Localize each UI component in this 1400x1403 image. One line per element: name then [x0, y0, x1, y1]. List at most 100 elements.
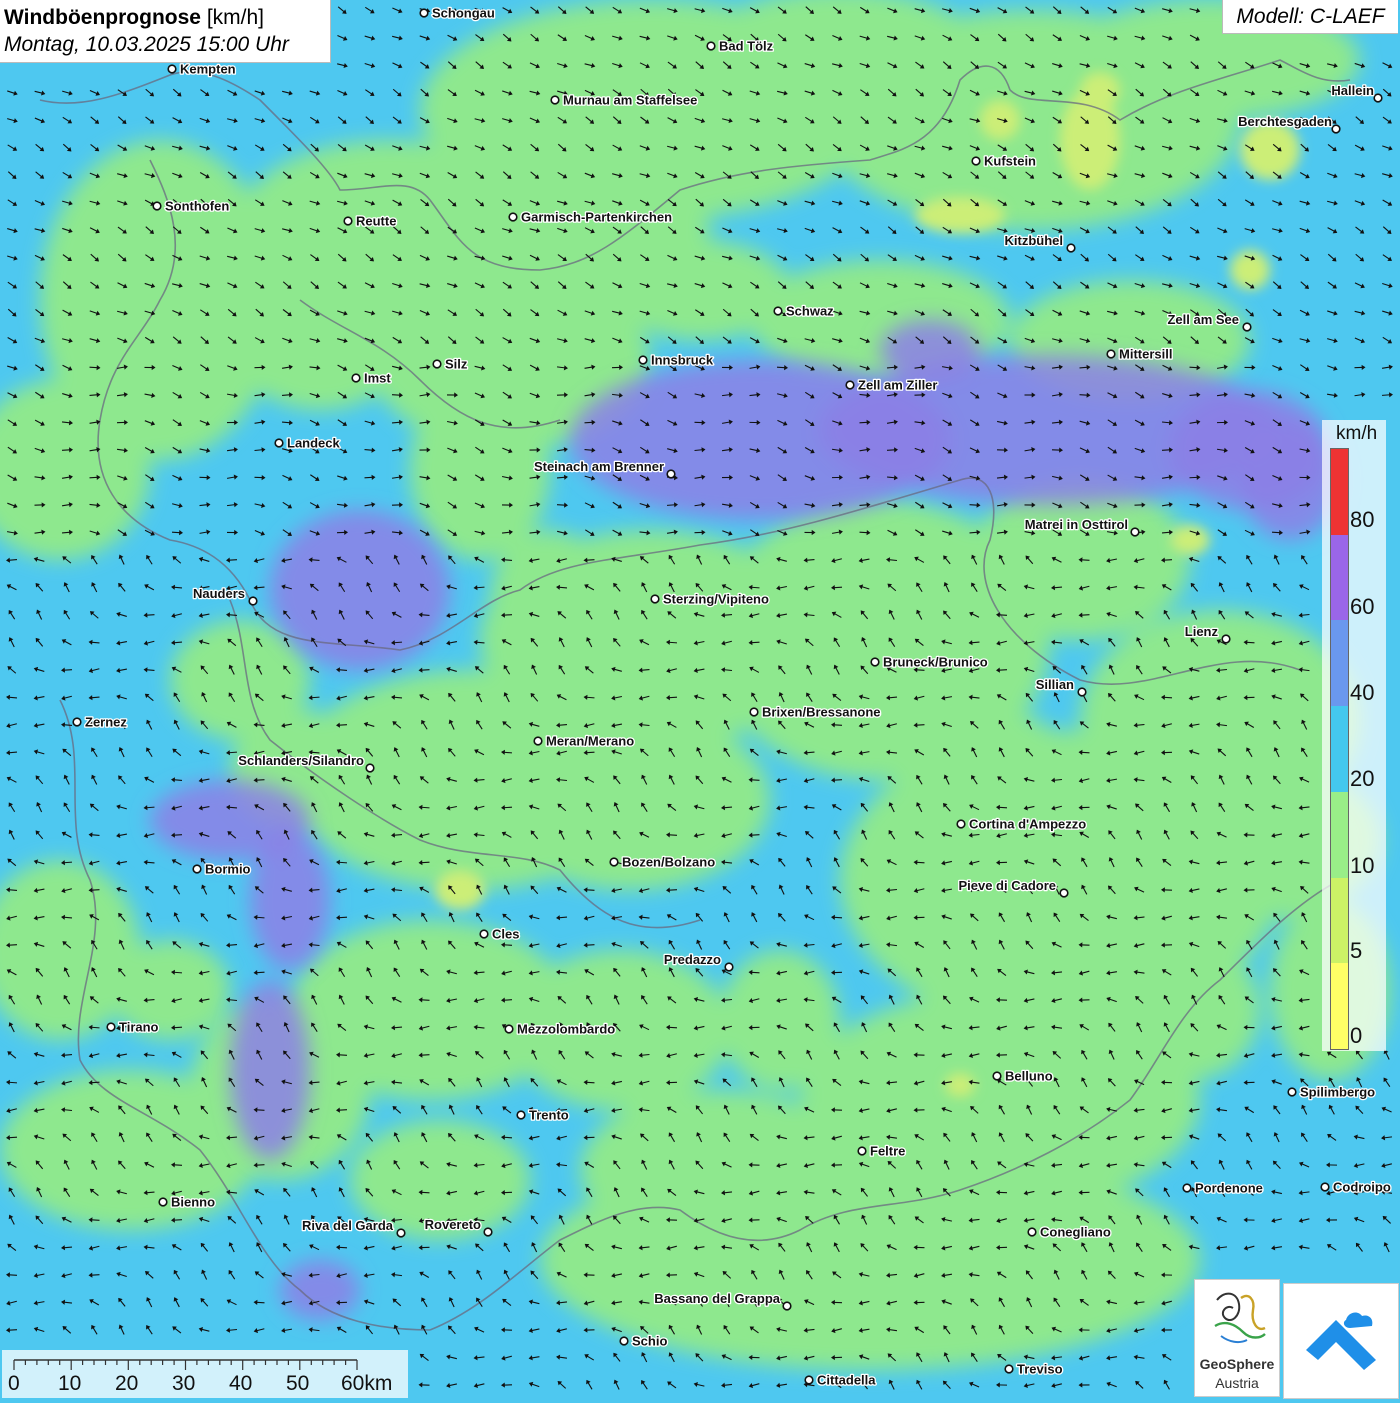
city-label: Predazzo — [664, 952, 721, 967]
city-label: Murnau am Staffelsee — [563, 93, 697, 108]
geosphere-sub: Austria — [1195, 1375, 1279, 1391]
city-dot — [957, 820, 965, 828]
legend-tick-label: 10 — [1350, 853, 1374, 879]
city-marker: Innsbruck — [639, 353, 714, 368]
city-label: Mittersill — [1119, 347, 1172, 362]
city-dot — [153, 202, 161, 210]
city-label: Landeck — [287, 436, 341, 451]
city-dot — [517, 1111, 525, 1119]
city-marker: Spilimbergo — [1288, 1085, 1375, 1100]
scale-bar-label: 60km — [341, 1372, 392, 1396]
city-dot — [610, 858, 618, 866]
legend-color-step — [1331, 620, 1348, 706]
city-label: Bruneck/Brunico — [883, 655, 988, 670]
wind-zone-low-patch — [580, 1090, 860, 1250]
city-dot — [993, 1072, 1001, 1080]
city-label: Reutte — [356, 214, 396, 229]
map-title-unit: [km/h] — [207, 6, 264, 29]
city-dot — [1222, 635, 1230, 643]
city-label: Steinach am Brenner — [534, 459, 664, 474]
city-dot — [774, 307, 782, 315]
city-label: Feltre — [870, 1144, 905, 1159]
city-label: Bassano del Grappa — [654, 1291, 780, 1306]
city-label: Pieve di Cadore — [958, 878, 1056, 893]
wind-zone-calm-patch — [435, 870, 485, 910]
legend-tick-label: 20 — [1350, 766, 1374, 792]
city-label: Tirano — [119, 1020, 159, 1035]
wind-gust-map[interactable]: SchongauBad TölzKemptenMurnau am Staffel… — [0, 0, 1400, 1400]
city-label: Bozen/Bolzano — [622, 855, 715, 870]
city-label: Brixen/Bressanone — [762, 705, 881, 720]
city-dot — [509, 213, 517, 221]
legend-unit: km/h — [1336, 423, 1377, 445]
legend-tick-label: 60 — [1350, 594, 1374, 620]
wind-zone-low-patch — [930, 710, 1070, 830]
city-marker: Sonthofen — [153, 199, 229, 214]
city-dot — [707, 42, 715, 50]
city-label: Cles — [492, 927, 519, 942]
wind-zone-low-patch — [490, 530, 610, 670]
wind-zone-high-patch — [230, 980, 310, 1160]
city-label: Mezzolombardo — [517, 1022, 615, 1037]
city-label: Hallein — [1331, 83, 1374, 98]
city-label: Zell am Ziller — [858, 378, 937, 393]
city-dot — [249, 597, 257, 605]
city-dot — [1078, 688, 1086, 696]
legend-color-step — [1331, 449, 1348, 535]
city-label: Cortina d'Ampezzo — [969, 817, 1086, 832]
city-label: Bormio — [205, 862, 251, 877]
city-marker: Bruneck/Brunico — [871, 655, 988, 670]
scale-bar-label: 40 — [229, 1372, 252, 1396]
city-label: Zernez — [85, 715, 127, 730]
city-dot — [1243, 323, 1251, 331]
wind-zone-low-patch — [720, 950, 840, 1090]
city-dot — [484, 1228, 492, 1236]
map-title-text: Windböenprognose — [4, 6, 201, 29]
city-label: Schongau — [432, 6, 495, 21]
city-label: Berchtesgaden — [1238, 114, 1332, 129]
city-label: Riva del Garda — [302, 1218, 394, 1233]
city-dot — [366, 764, 374, 772]
city-label: Spilimbergo — [1300, 1085, 1375, 1100]
city-label: Kempten — [180, 62, 236, 77]
city-label: Silz — [445, 357, 468, 372]
wind-zone-high-patch — [250, 830, 330, 970]
city-label: Sonthofen — [165, 199, 229, 214]
city-label: Sillian — [1036, 677, 1074, 692]
city-label: Kitzbühel — [1005, 233, 1064, 248]
city-dot — [858, 1147, 866, 1155]
legend-color-step — [1331, 706, 1348, 792]
city-dot — [551, 96, 559, 104]
city-marker: Garmisch-Partenkirchen — [509, 210, 672, 225]
wind-zone-calm-patch — [980, 100, 1020, 140]
wind-zone-low-patch — [610, 240, 790, 340]
city-dot — [620, 1337, 628, 1345]
city-dot — [534, 737, 542, 745]
city-dot — [750, 708, 758, 716]
weather-app-logo[interactable] — [1283, 1283, 1399, 1399]
city-label: Schlanders/Silandro — [238, 753, 364, 768]
geosphere-logo[interactable]: GeoSphere Austria — [1194, 1279, 1280, 1397]
city-label: Schio — [632, 1334, 667, 1349]
city-label: Cittadella — [817, 1373, 876, 1388]
city-marker: Cortina d'Ampezzo — [957, 817, 1086, 832]
geosphere-swirl-icon — [1195, 1280, 1279, 1354]
city-dot — [505, 1025, 513, 1033]
city-dot — [1067, 244, 1075, 252]
city-label: Treviso — [1017, 1362, 1063, 1377]
scale-bar-label: 0 — [8, 1372, 20, 1396]
scale-bar-label: 50 — [286, 1372, 309, 1396]
city-dot — [846, 381, 854, 389]
city-label: Innsbruck — [651, 353, 714, 368]
city-dot — [639, 356, 647, 364]
city-dot — [420, 9, 428, 17]
legend-tick-label: 5 — [1350, 938, 1362, 964]
city-marker: Pordenone — [1183, 1181, 1263, 1196]
city-label: Codroipo — [1333, 1180, 1391, 1195]
city-dot — [805, 1376, 813, 1384]
city-dot — [1183, 1184, 1191, 1192]
city-label: Schwaz — [786, 304, 834, 319]
city-marker: Meran/Merano — [534, 734, 634, 749]
city-dot — [651, 595, 659, 603]
city-label: Trento — [529, 1108, 569, 1123]
